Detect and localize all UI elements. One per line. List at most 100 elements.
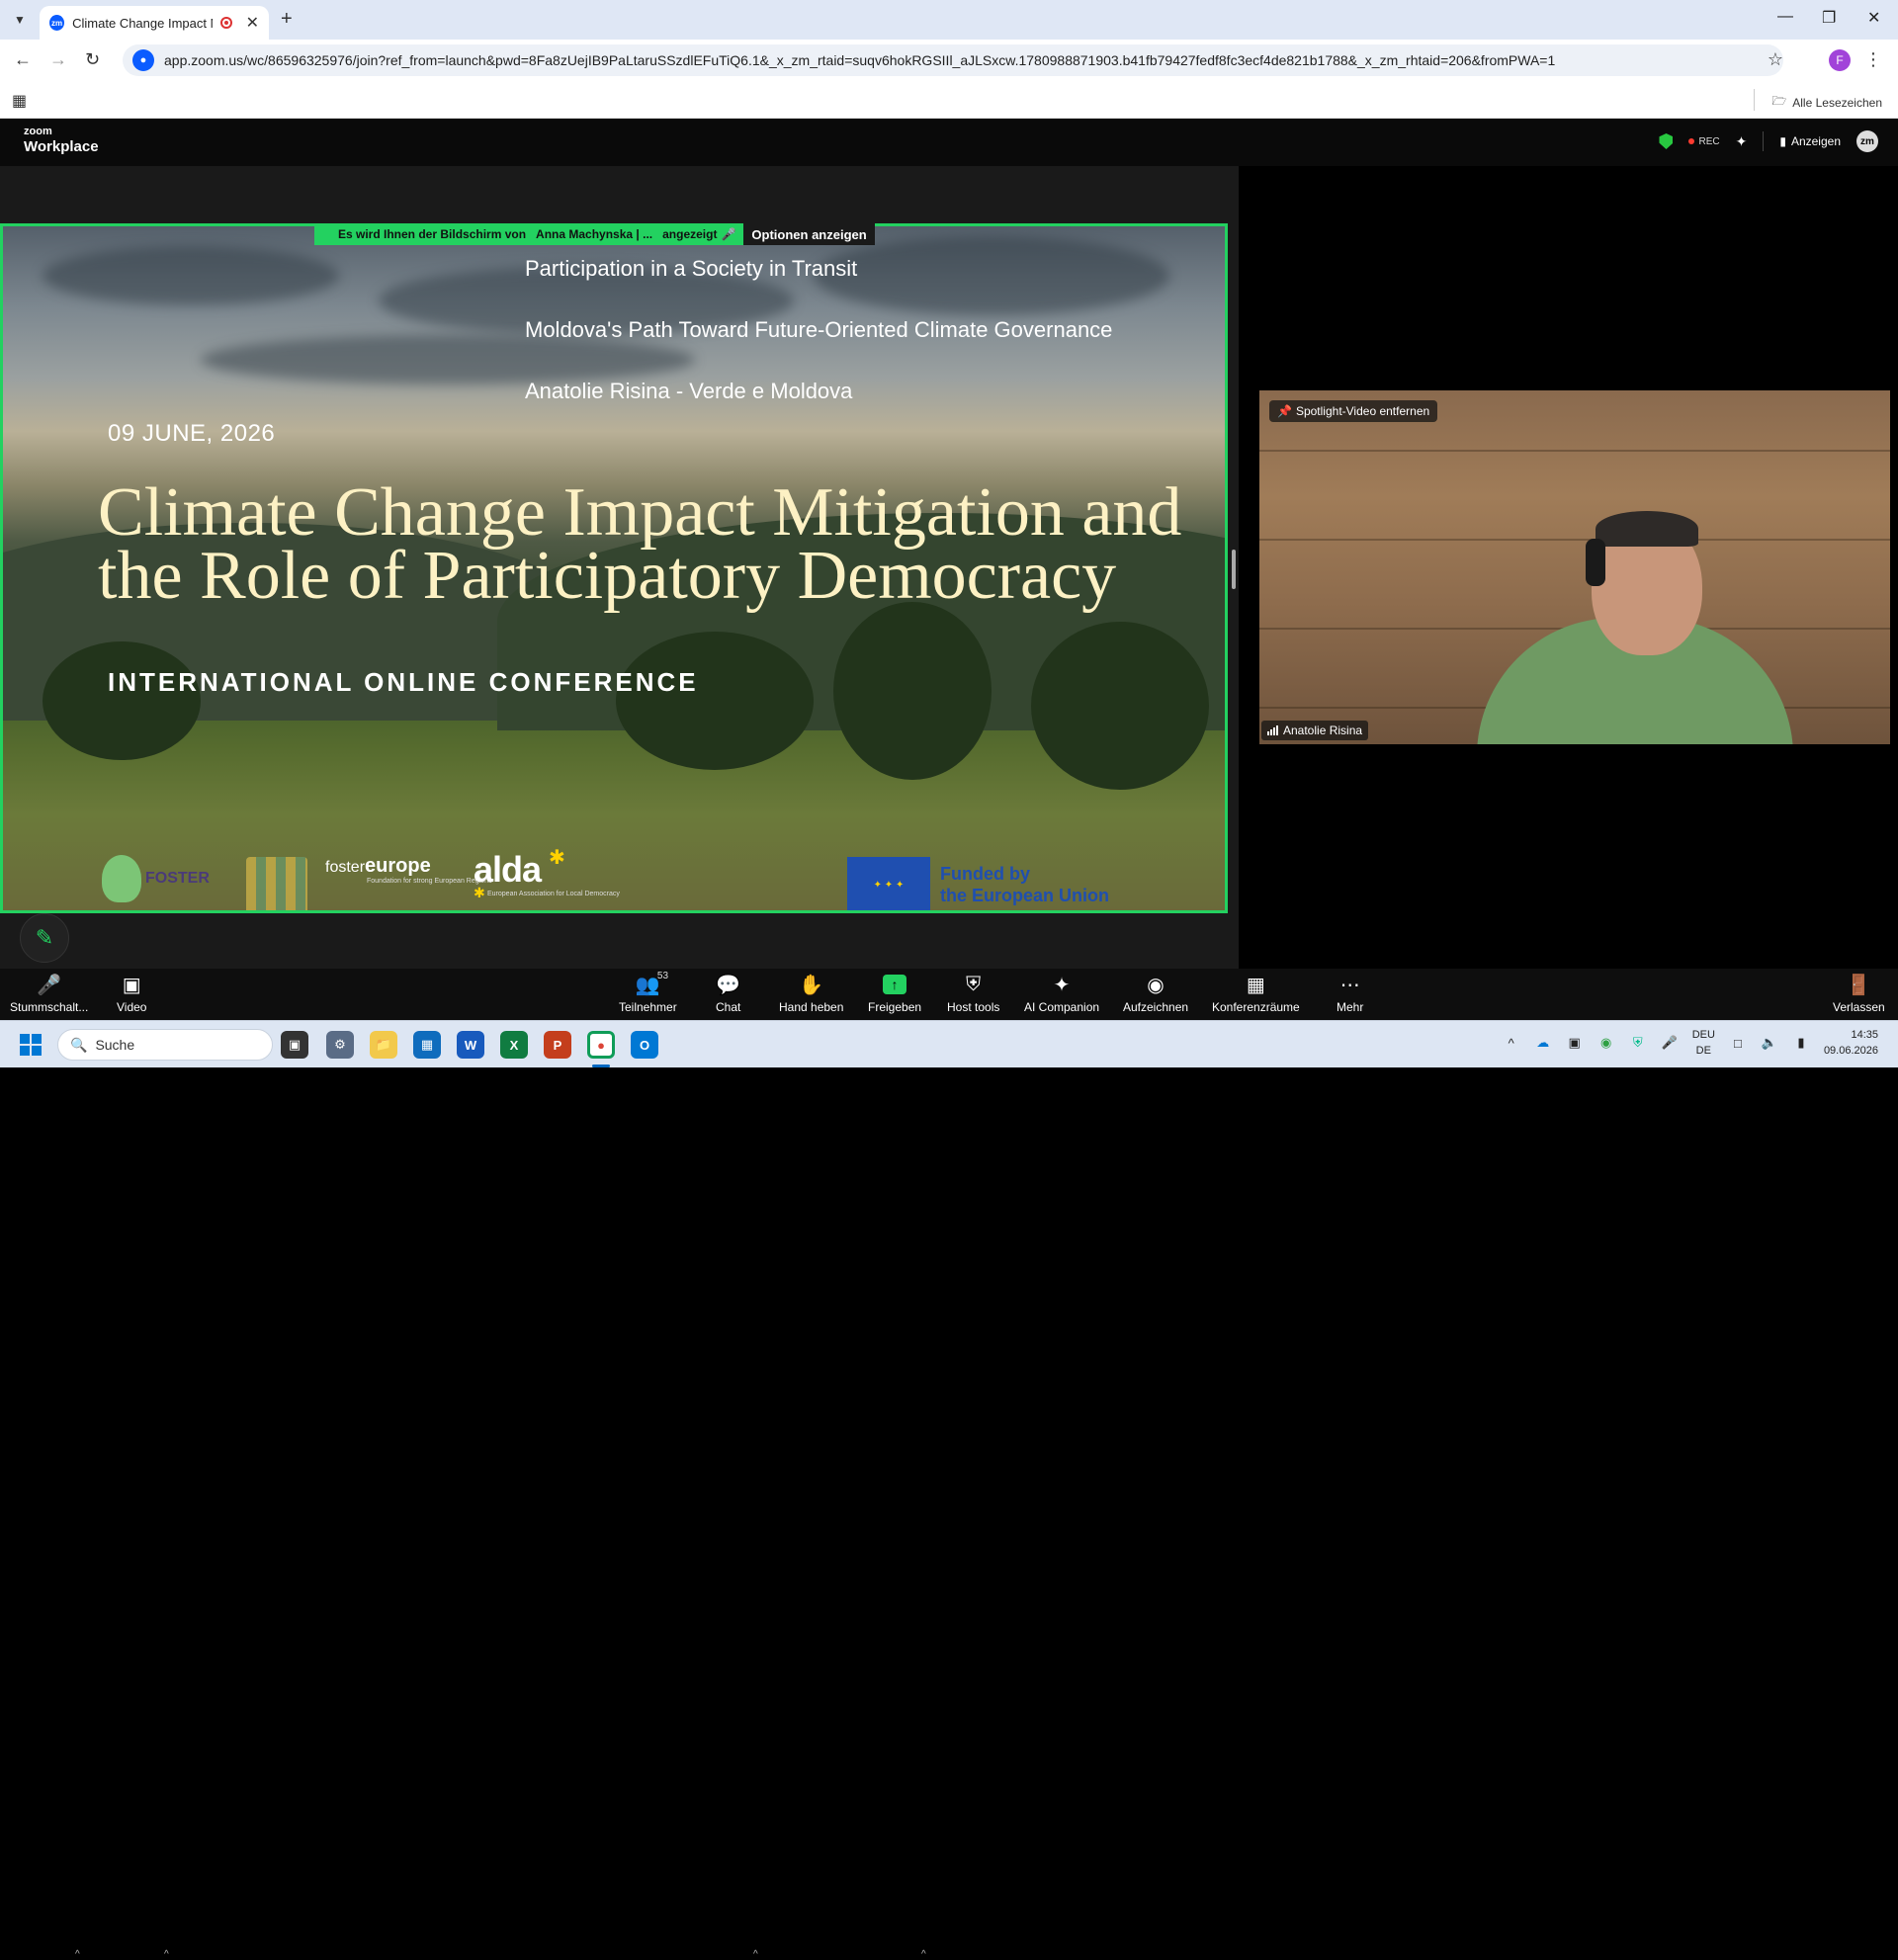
view-button[interactable]: ▮ Anzeigen — [1779, 134, 1841, 148]
task-view-icon[interactable]: ▣ — [281, 1031, 308, 1059]
ai-sparkle-icon[interactable]: ✦ — [1736, 133, 1748, 150]
breakout-rooms-button[interactable]: ▦ Konferenzräume — [1212, 973, 1300, 1015]
outlook-icon[interactable]: O — [631, 1031, 658, 1059]
taskbar-search-input[interactable]: 🔍 Suche — [57, 1029, 273, 1061]
site-camera-icon[interactable]: ● — [132, 49, 154, 71]
system-tray: ^ ☁ ▣ ◉ ⛨ 🎤 DEU DE □ 🔈 ▮ 14:35 09.06.202… — [1503, 1027, 1878, 1059]
sharing-info-label: Es wird Ihnen der Bildschirm von Anna Ma… — [314, 223, 744, 245]
mute-button[interactable]: 🎤 Stummschalt... — [10, 973, 89, 1015]
chat-options-caret[interactable]: ^ — [753, 1949, 758, 1960]
windows-start-icon[interactable] — [20, 1034, 42, 1056]
record-label: Aufzeichnen — [1123, 1000, 1189, 1014]
record-button[interactable]: ◉ Aufzeichnen — [1123, 973, 1189, 1015]
url-input[interactable]: ● app.zoom.us/wc/86596325976/join?ref_fr… — [123, 44, 1783, 76]
signal-strength-icon — [1267, 725, 1278, 735]
zoom-logo-small: zoom — [24, 126, 52, 137]
eu-text-line-2: the European Union — [940, 886, 1109, 905]
back-button[interactable]: ← — [14, 49, 32, 70]
clock-time: 14:35 — [1851, 1029, 1878, 1041]
banner-prefix: Es wird Ihnen der Bildschirm von — [338, 227, 527, 241]
zoom-header: zoom Workplace REC ✦ ▮ Anzeigen zm — [0, 119, 1898, 166]
view-layout-icon: ▮ — [1779, 134, 1786, 148]
tab-search-chevron-icon[interactable]: ▼ — [8, 8, 32, 32]
tab-zoom-meeting[interactable]: zm Climate Change Impact Mit ✕ — [40, 6, 269, 40]
more-button[interactable]: ⋯ Mehr — [1337, 973, 1363, 1015]
clock-date: 09.06.2026 — [1823, 1045, 1878, 1057]
tray-green-icon[interactable]: ◉ — [1597, 1034, 1615, 1052]
microphone-muted-icon: 🎤 — [37, 974, 62, 996]
slide-line-1: Participation in a Society in Transit — [525, 256, 858, 281]
reload-button[interactable]: ↻ — [85, 49, 100, 70]
remove-spotlight-label: Spotlight-Video entfernen — [1295, 404, 1430, 418]
new-tab-button[interactable]: + — [281, 8, 293, 31]
chat-button[interactable]: 💬 Chat — [716, 973, 740, 1015]
network-icon[interactable]: □ — [1729, 1034, 1747, 1052]
tray-shield-icon[interactable]: ⛨ — [1629, 1034, 1647, 1052]
alda-logo: alda ✱ ✱ European Association for Local … — [474, 847, 620, 900]
excel-icon[interactable]: X — [500, 1031, 528, 1059]
ai-companion-button[interactable]: ✦ AI Companion — [1024, 973, 1099, 1015]
folder-icon: 🗁 — [1771, 94, 1787, 108]
eu-funding-logo: ✦ ✦ ✦ Funded by the European Union — [847, 857, 1109, 910]
video-options-caret[interactable]: ^ — [164, 1949, 169, 1960]
restore-button[interactable]: ❐ — [1822, 8, 1836, 28]
show-hidden-icons-chevron-icon[interactable]: ^ — [1503, 1034, 1520, 1052]
slide-line-2: Moldova's Path Toward Future-Oriented Cl… — [525, 317, 1113, 342]
settings-gear-icon[interactable]: ⚙ — [326, 1031, 354, 1059]
windows-taskbar: 🔍 Suche ▣ ⚙ 📁 ▦ W X P ● O ^ ☁ ▣ ◉ ⛨ 🎤 DE… — [0, 1020, 1898, 1067]
view-options-button[interactable]: Optionen anzeigen — [743, 223, 875, 245]
word-icon[interactable]: W — [457, 1031, 484, 1059]
search-placeholder: Suche — [95, 1037, 135, 1053]
mute-options-caret[interactable]: ^ — [75, 1949, 80, 1960]
annotate-pencil-icon[interactable]: ✎ — [20, 913, 69, 963]
mute-label: Stummschalt... — [10, 1000, 89, 1014]
minimize-button[interactable]: — — [1777, 8, 1793, 26]
recording-indicator[interactable]: REC — [1688, 136, 1720, 147]
slide-title: Climate Change Impact Mitigation and the… — [98, 478, 1181, 614]
file-explorer-icon[interactable]: 📁 — [370, 1031, 397, 1059]
video-button[interactable]: ▣ Video — [117, 973, 147, 1015]
view-label: Anzeigen — [1790, 134, 1841, 148]
tray-app-icon[interactable]: ▣ — [1566, 1034, 1584, 1052]
leave-button[interactable]: 🚪 Verlassen — [1833, 973, 1885, 1015]
participants-button[interactable]: 👥 53 Teilnehmer — [619, 971, 677, 1014]
remove-spotlight-button[interactable]: 📌 Spotlight-Video entfernen — [1269, 400, 1438, 422]
foster-bulb-icon — [102, 855, 141, 902]
split-resize-handle[interactable] — [1232, 550, 1236, 589]
browser-menu-icon[interactable]: ⋮ — [1864, 49, 1882, 70]
host-shield-icon: ⛨ — [966, 973, 982, 995]
input-language-indicator[interactable]: DEU DE — [1692, 1027, 1715, 1059]
host-tools-button[interactable]: ⛨ Host tools — [947, 973, 999, 1015]
slide-tree — [43, 641, 201, 760]
participant-video-tile[interactable]: 📌 Spotlight-Video entfernen Anatolie Ris… — [1259, 390, 1890, 744]
all-bookmarks-folder[interactable]: 🗁 Alle Lesezeichen — [1771, 92, 1882, 113]
share-options-caret[interactable]: ^ — [921, 1949, 926, 1960]
forward-button[interactable]: → — [49, 49, 67, 70]
battery-icon[interactable]: ▮ — [1792, 1034, 1810, 1052]
encryption-shield-icon[interactable] — [1659, 133, 1674, 149]
tab-close-icon[interactable]: ✕ — [246, 13, 259, 33]
close-window-button[interactable]: ✕ — [1867, 8, 1880, 28]
bookmark-star-icon[interactable]: ☆ — [1768, 49, 1783, 70]
microphone-icon[interactable]: 🎤 — [1661, 1034, 1679, 1052]
profile-avatar[interactable]: F — [1829, 49, 1851, 71]
screen-share-area: Participation in a Society in Transit Mo… — [0, 166, 1239, 969]
slide-title-line-2: the Role of Participatory Democracy — [98, 538, 1117, 614]
zoom-favicon-icon: zm — [49, 15, 65, 31]
onedrive-cloud-icon[interactable]: ☁ — [1534, 1034, 1552, 1052]
volume-icon[interactable]: 🔈 — [1761, 1034, 1778, 1052]
zoom-avatar[interactable]: zm — [1856, 130, 1878, 152]
raise-hand-button[interactable]: ✋ Hand heben — [779, 973, 843, 1015]
share-arrow-icon: ↑ — [883, 975, 907, 994]
share-screen-button[interactable]: ↑ Freigeben — [868, 973, 921, 1014]
slide-tree — [1031, 622, 1209, 790]
chrome-icon[interactable]: ● — [587, 1031, 615, 1059]
video-label: Video — [117, 1000, 147, 1014]
taskbar-clock[interactable]: 14:35 09.06.2026 — [1824, 1027, 1878, 1059]
meeting-toolbar: 🎤 Stummschalt... ^ ▣ Video ^ 👥 53 Teilneh… — [0, 969, 1898, 1960]
bookmarks-bar: ▦ 🗁 Alle Lesezeichen — [0, 81, 1898, 119]
header-divider — [1763, 131, 1765, 151]
ms-store-icon[interactable]: ▦ — [413, 1031, 441, 1059]
powerpoint-icon[interactable]: P — [544, 1031, 571, 1059]
apps-grid-icon[interactable]: ▦ — [12, 91, 27, 111]
